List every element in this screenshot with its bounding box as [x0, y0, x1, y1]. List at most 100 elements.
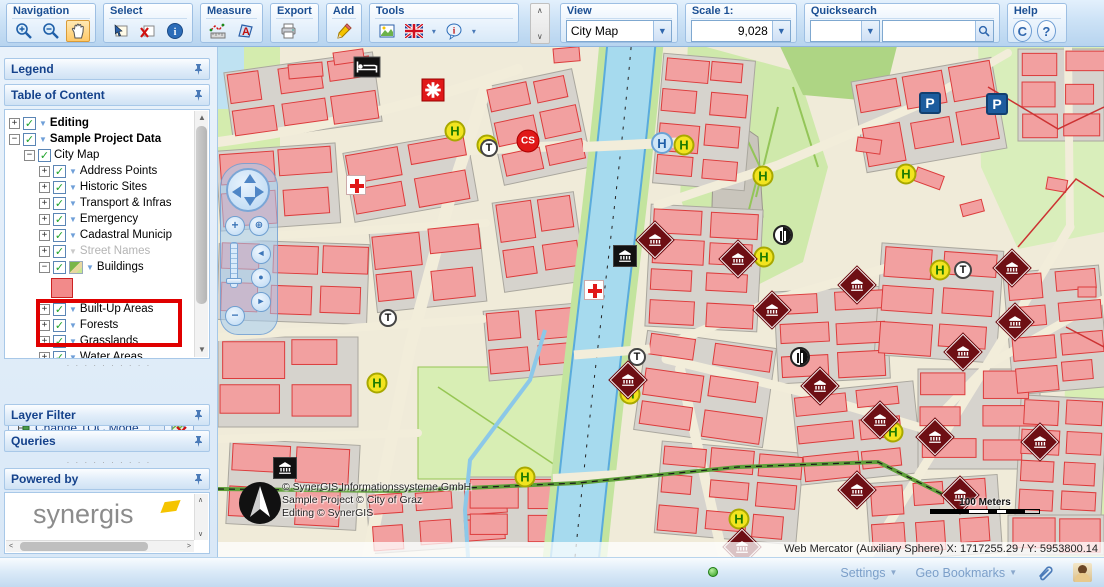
layer-menu-caret[interactable]: ▼: [69, 199, 77, 208]
quicksearch-select[interactable]: ▼: [810, 20, 880, 42]
marker-bus-stop[interactable]: H: [753, 166, 774, 187]
attachments-button[interactable]: [1035, 563, 1055, 583]
layer-label[interactable]: City Map: [54, 149, 99, 161]
zoom-out-map-button[interactable]: −: [225, 306, 245, 326]
toc-item-address-points[interactable]: +✓▼Address Points: [7, 163, 193, 179]
logo-hscrollbar[interactable]: < >: [6, 540, 194, 552]
marker-museum-black[interactable]: [273, 457, 297, 479]
layer-menu-caret[interactable]: ▼: [39, 135, 47, 144]
marker-bus-stop[interactable]: H: [674, 135, 695, 156]
marker-hospital[interactable]: H: [651, 132, 673, 154]
scroll-down-icon[interactable]: ▼: [195, 343, 209, 357]
quicksearch-dropdown-caret[interactable]: ▼: [861, 21, 879, 41]
collapse-icon[interactable]: −: [9, 134, 20, 145]
feedback-dropdown-caret[interactable]: ▾: [469, 27, 479, 36]
pin-icon[interactable]: [194, 64, 203, 75]
logo-vscrollbar[interactable]: ∧ ∨: [194, 494, 208, 540]
language-button[interactable]: [402, 20, 426, 42]
scroll-down-icon[interactable]: ∨: [198, 530, 203, 538]
layer-menu-caret[interactable]: ▼: [69, 183, 77, 192]
marker-parking[interactable]: P: [919, 92, 941, 114]
pan-rosette[interactable]: [226, 168, 270, 212]
marker-hotel[interactable]: [354, 57, 381, 78]
pin-icon[interactable]: [194, 474, 203, 485]
layer-label[interactable]: Grasslands: [80, 335, 138, 347]
toc-item-water-areas[interactable]: +✓▼Water Areas: [7, 349, 193, 359]
marker-emergency[interactable]: [422, 79, 445, 102]
collapse-icon[interactable]: −: [39, 262, 50, 273]
toc-splitter[interactable]: · · · · · · · · · ·: [0, 361, 218, 370]
scroll-up-icon[interactable]: ▲: [195, 111, 209, 125]
expand-icon[interactable]: +: [39, 352, 50, 360]
layer-label[interactable]: Address Points: [80, 165, 157, 177]
toc-panel-header[interactable]: Table of Content: [4, 84, 210, 106]
layer-label[interactable]: Emergency: [80, 213, 138, 225]
pan-button[interactable]: [66, 20, 90, 42]
zoom-in-map-button[interactable]: +: [225, 216, 245, 236]
layer-menu-caret[interactable]: ▼: [39, 119, 47, 128]
marker-tram-stop[interactable]: T: [480, 139, 498, 157]
expand-icon[interactable]: +: [39, 182, 50, 193]
layer-menu-caret[interactable]: ▼: [69, 321, 77, 330]
expand-icon[interactable]: +: [9, 118, 20, 129]
toc-item-transport-infras[interactable]: +✓▼Transport & Infras: [7, 195, 193, 211]
full-extent-button[interactable]: ⊕: [249, 216, 269, 236]
zoom-out-button[interactable]: [39, 20, 63, 42]
scroll-up-icon[interactable]: ∧: [198, 496, 203, 504]
marker-restaurant[interactable]: [773, 225, 793, 245]
pin-icon[interactable]: [194, 436, 203, 447]
layer-label[interactable]: Buildings: [97, 261, 144, 273]
layer-checkbox[interactable]: ✓: [53, 335, 66, 348]
toc-item-built-up-areas[interactable]: +✓▼Built-Up Areas: [7, 301, 193, 317]
pan-east-icon[interactable]: [255, 186, 264, 198]
forward-extent-button[interactable]: ►: [251, 292, 271, 312]
marker-tram-stop[interactable]: T: [379, 309, 397, 327]
layer-label[interactable]: Forests: [80, 319, 118, 331]
pan-south-icon[interactable]: [244, 197, 256, 206]
scroll-right-icon[interactable]: >: [187, 543, 191, 550]
layer-checkbox[interactable]: ✓: [53, 261, 66, 274]
view-dropdown-caret[interactable]: ▼: [653, 21, 671, 41]
expand-icon[interactable]: +: [39, 336, 50, 347]
layer-checkbox[interactable]: ✓: [53, 245, 66, 258]
scale-dropdown-caret[interactable]: ▼: [772, 21, 790, 41]
toc-item-street-names[interactable]: +✓▼Street Names: [7, 243, 193, 259]
expand-icon[interactable]: +: [39, 320, 50, 331]
layer-checkbox[interactable]: ✓: [53, 181, 66, 194]
toc-item-historic-sites[interactable]: +✓▼Historic Sites: [7, 179, 193, 195]
toc-item-cadastral-municip[interactable]: +✓▼Cadastral Municip: [7, 227, 193, 243]
toc-item-city-map[interactable]: −✓City Map: [7, 147, 193, 163]
geo-bookmarks-menu[interactable]: Geo Bookmarks ▼: [915, 566, 1017, 580]
quicksearch-input[interactable]: [883, 22, 975, 40]
map-viewport[interactable]: + ⊕ − ◄ ● ► © SynerGIS Informationssyste…: [218, 47, 1104, 557]
toc-item-buildings[interactable]: −✓ ▼Buildings: [7, 259, 193, 275]
print-button[interactable]: [276, 20, 300, 42]
expand-icon[interactable]: +: [39, 304, 50, 315]
expand-icon[interactable]: +: [39, 198, 50, 209]
current-extent-button[interactable]: ●: [251, 268, 271, 288]
layer-checkbox[interactable]: ✓: [53, 165, 66, 178]
layer-label[interactable]: Historic Sites: [80, 181, 147, 193]
layer-label[interactable]: Transport & Infras: [80, 197, 172, 209]
marker-tram-stop[interactable]: T: [628, 348, 646, 366]
quicksearch-go-button[interactable]: [975, 21, 993, 41]
feedback-button[interactable]: i: [442, 20, 466, 42]
layer-checkbox[interactable]: ✓: [53, 229, 66, 242]
scale-value[interactable]: 9,028: [692, 24, 772, 38]
layer-checkbox[interactable]: ✓: [53, 319, 66, 332]
add-redlining-button[interactable]: [332, 20, 356, 42]
marker-first-aid[interactable]: [584, 280, 604, 300]
identify-button[interactable]: i: [163, 20, 187, 42]
toc-scrollbar[interactable]: ▲ ▼: [194, 111, 208, 357]
marker-bus-stop[interactable]: H: [754, 247, 775, 268]
marker-tram-stop[interactable]: T: [954, 261, 972, 279]
marker-museum-black[interactable]: [613, 245, 637, 267]
layer-menu-caret[interactable]: ▼: [86, 263, 94, 272]
scale-input-combo[interactable]: 9,028 ▼: [691, 20, 791, 42]
select-by-rectangle-button[interactable]: [109, 20, 133, 42]
marker-bus-stop[interactable]: H: [445, 121, 466, 142]
powered-by-panel-header[interactable]: Powered by: [4, 468, 210, 490]
marker-first-aid[interactable]: [346, 175, 366, 195]
layer-checkbox[interactable]: ✓: [38, 149, 51, 162]
back-extent-button[interactable]: ◄: [251, 244, 271, 264]
